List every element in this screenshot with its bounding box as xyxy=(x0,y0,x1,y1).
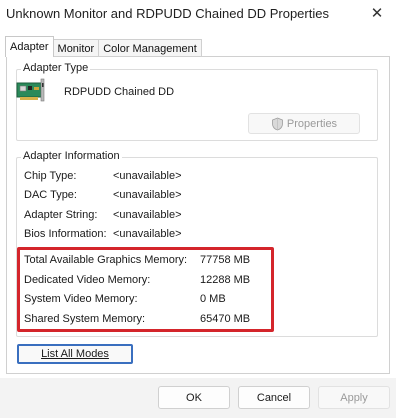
adapter-type-group-title: Adapter Type xyxy=(21,62,91,74)
adapter-information-group-title: Adapter Information xyxy=(21,150,122,162)
tab-color-management[interactable]: Color Management xyxy=(98,39,202,57)
adapter-string-label: Adapter String: xyxy=(24,209,98,221)
title-bar: Unknown Monitor and RDPUDD Chained DD Pr… xyxy=(0,0,396,32)
tab-adapter[interactable]: Adapter xyxy=(5,36,54,57)
graphics-card-icon xyxy=(16,77,46,103)
list-all-modes-label: List All Modes xyxy=(41,348,109,360)
memory-highlight-box xyxy=(17,247,274,332)
bios-information-value: <unavailable> xyxy=(113,228,182,240)
adapter-name: RDPUDD Chained DD xyxy=(64,86,175,98)
list-all-modes-button[interactable]: List All Modes xyxy=(17,344,133,364)
apply-button-label: Apply xyxy=(340,391,368,404)
chip-type-value: <unavailable> xyxy=(113,170,182,182)
chip-type-label: Chip Type: xyxy=(24,170,77,182)
ok-button-label: OK xyxy=(186,391,202,404)
window-title: Unknown Monitor and RDPUDD Chained DD Pr… xyxy=(6,6,329,21)
apply-button[interactable]: Apply xyxy=(318,386,390,409)
bios-information-label: Bios Information: xyxy=(24,228,107,240)
close-icon[interactable]: ✕ xyxy=(364,2,390,24)
cancel-button[interactable]: Cancel xyxy=(238,386,310,409)
tab-strip: Adapter Monitor Color Management xyxy=(5,36,202,57)
shield-icon xyxy=(271,117,284,131)
dac-type-label: DAC Type: xyxy=(24,189,77,201)
properties-button[interactable]: Properties xyxy=(248,113,360,134)
properties-button-label: Properties xyxy=(286,117,338,130)
dac-type-value: <unavailable> xyxy=(113,189,182,201)
cancel-button-label: Cancel xyxy=(256,391,292,404)
adapter-string-value: <unavailable> xyxy=(113,209,182,221)
tab-monitor[interactable]: Monitor xyxy=(52,39,100,57)
ok-button[interactable]: OK xyxy=(158,386,230,409)
